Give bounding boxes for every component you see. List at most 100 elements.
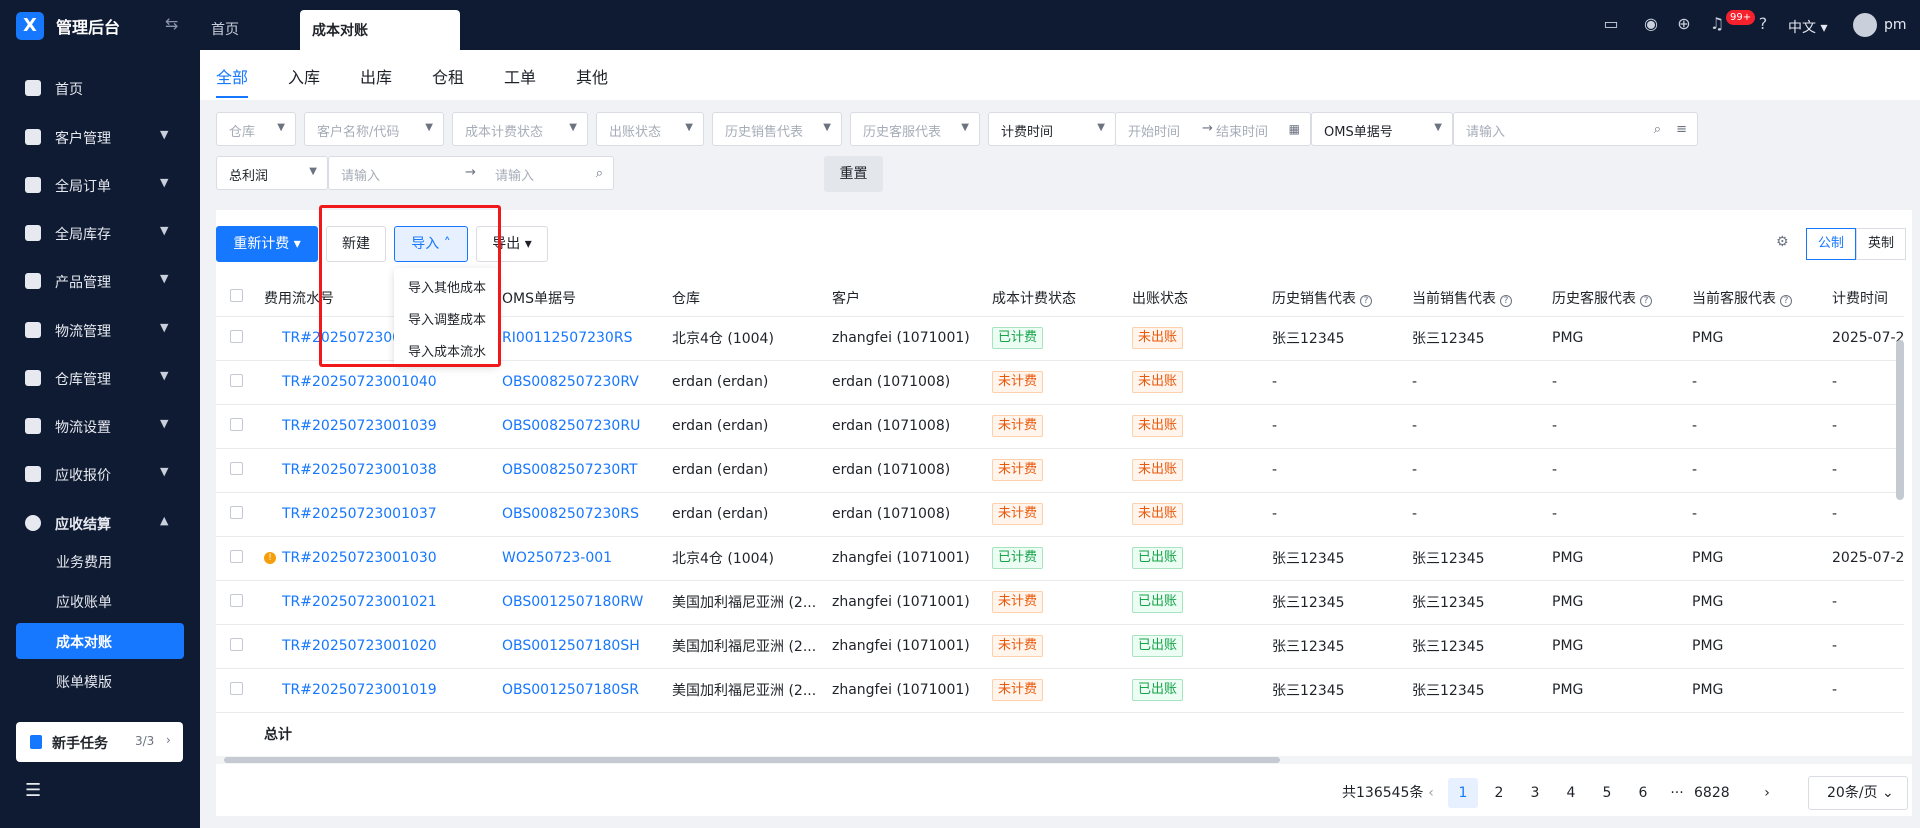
table-row[interactable]: TR#20250723001037 OBS0082507230RS erdan (e… xyxy=(216,492,1905,537)
sidebar-item-logistics[interactable]: 物流管理 ▼ xyxy=(0,310,200,350)
fee-no-link[interactable]: TR#20250723001030 xyxy=(282,550,437,566)
page-1[interactable]: 1 xyxy=(1448,778,1478,808)
next-page-icon[interactable]: › xyxy=(1752,778,1782,808)
oms-no-link[interactable]: OBS0082507230RS xyxy=(502,506,639,522)
vertical-scrollbar[interactable] xyxy=(1896,340,1904,500)
page-size-select[interactable]: 20条/页 ⌄ xyxy=(1808,776,1908,810)
sidebar-item-logistics-settings[interactable]: 物流设置 ▼ xyxy=(0,406,200,446)
column-settings-icon[interactable]: ⚙ xyxy=(1776,234,1789,250)
reset-button[interactable]: 重置 xyxy=(824,156,883,192)
sidebar-sub-business-fee[interactable]: 业务费用 xyxy=(0,543,200,579)
page-6[interactable]: 6 xyxy=(1628,778,1658,808)
recalculate-button[interactable]: 重新计费 ▾ xyxy=(216,226,318,262)
fee-no-link[interactable]: TR#20250723001020 xyxy=(282,638,437,654)
oms-no-link[interactable]: OBS0082507230RT xyxy=(502,462,638,478)
page-ellipsis[interactable]: ··· xyxy=(1662,778,1692,808)
fee-no-link[interactable]: TR#20250723001038 xyxy=(282,462,437,478)
tab-workorder[interactable]: 工单 xyxy=(504,64,536,88)
tab-all[interactable]: 全部 xyxy=(216,64,248,88)
help-icon[interactable]: ? xyxy=(1640,294,1652,307)
page-4[interactable]: 4 xyxy=(1556,778,1586,808)
metric-button[interactable]: 公制 xyxy=(1806,228,1856,260)
row-checkbox[interactable] xyxy=(230,417,243,431)
tab-cost-reconciliation[interactable]: 成本对账 xyxy=(300,10,460,50)
help-icon[interactable]: ? xyxy=(1752,13,1774,35)
hist-service-select[interactable]: 历史客服代表 ▼ xyxy=(850,112,980,146)
avatar[interactable] xyxy=(1853,13,1877,37)
help-icon[interactable]: ? xyxy=(1500,294,1512,307)
sidebar-item-orders[interactable]: 全局订单 ▼ xyxy=(0,165,200,205)
profit-range-input[interactable]: 请输入 → 请输入 ⌕ xyxy=(328,156,614,190)
oms-no-link[interactable]: OBS0082507230RU xyxy=(502,418,640,434)
menu-icon[interactable]: ☰ xyxy=(25,780,41,801)
cost-status-select[interactable]: 成本计费状态 ▼ xyxy=(452,112,588,146)
page-3[interactable]: 3 xyxy=(1520,778,1550,808)
oms-type-select[interactable]: OMS单据号 ▼ xyxy=(1311,112,1453,146)
table-row[interactable]: TR#20250723001039 OBS0082507230RU erdan (e… xyxy=(216,404,1905,449)
sidebar-item-home[interactable]: 首页 xyxy=(0,68,200,108)
oms-no-link[interactable]: OBS0012507180SH xyxy=(502,638,640,654)
menu-item-import-other-cost[interactable]: 导入其他成本 xyxy=(408,277,486,296)
table-row[interactable]: TR#20250723001040 OBS0082507230RV erdan (e… xyxy=(216,360,1905,405)
date-range-input[interactable]: 开始时间 → 结束时间 ▦ xyxy=(1115,112,1311,146)
row-checkbox[interactable] xyxy=(230,549,243,563)
row-checkbox[interactable] xyxy=(230,461,243,475)
page-last[interactable]: 6828 xyxy=(1694,778,1730,808)
oms-no-link[interactable]: OBS0012507180SR xyxy=(502,682,639,698)
sidebar-sub-bill-template[interactable]: 账单模版 xyxy=(0,663,200,699)
oms-no-link[interactable]: WO250723-001 xyxy=(502,550,612,566)
profit-type-select[interactable]: 总利润 ▼ xyxy=(216,156,328,190)
sidebar-sub-cost-reconciliation[interactable]: 成本对账 xyxy=(16,623,184,659)
collapse-sidebar-icon[interactable]: ⇆ xyxy=(165,14,178,33)
tab-outbound[interactable]: 出库 xyxy=(360,64,392,88)
export-button[interactable]: 导出 ▾ xyxy=(476,226,548,262)
time-type-select[interactable]: 计费时间 ▼ xyxy=(988,112,1116,146)
row-checkbox[interactable] xyxy=(230,637,243,651)
hist-sales-select[interactable]: 历史销售代表 ▼ xyxy=(712,112,842,146)
row-checkbox[interactable] xyxy=(230,593,243,607)
new-button[interactable]: 新建 xyxy=(326,226,386,262)
select-all-checkbox[interactable] xyxy=(230,289,243,303)
tab-rent[interactable]: 仓租 xyxy=(432,64,464,88)
oms-no-link[interactable]: OBS0012507180RW xyxy=(502,594,643,610)
fee-no-link[interactable]: TR#20250723001021 xyxy=(282,594,437,610)
out-status-select[interactable]: 出账状态 ▼ xyxy=(596,112,704,146)
message-icon[interactable]: ▭ xyxy=(1600,13,1622,35)
tab-other[interactable]: 其他 xyxy=(576,64,608,88)
scrollbar-thumb[interactable] xyxy=(224,757,1280,763)
help-icon[interactable]: ? xyxy=(1360,294,1372,307)
table-row[interactable]: ! TR#20250723001030 WO250723-001 北京4仓 (1004… xyxy=(216,536,1905,581)
menu-item-import-cost-flow[interactable]: 导入成本流水 xyxy=(408,341,486,360)
fee-no-link[interactable]: TR#20250723001039 xyxy=(282,418,437,434)
sidebar-item-settlement[interactable]: 应收结算 ▲ xyxy=(0,503,200,543)
page-2[interactable]: 2 xyxy=(1484,778,1514,808)
sidebar-sub-receivable-bill[interactable]: 应收账单 xyxy=(0,583,200,619)
robot-icon[interactable]: ◉ xyxy=(1640,13,1662,35)
help-icon[interactable]: ? xyxy=(1780,294,1792,307)
beginner-task-card[interactable]: 新手任务 3/3 › xyxy=(16,722,183,762)
table-row[interactable]: TR#20250723001021 OBS0012507180RW 美国加利福尼亚洲… xyxy=(216,580,1905,625)
customer-select[interactable]: 客户名称/代码 ▼ xyxy=(304,112,444,146)
row-checkbox[interactable] xyxy=(230,373,243,387)
import-button[interactable]: 导入 ˄ xyxy=(394,226,468,262)
horizontal-scrollbar[interactable] xyxy=(216,756,1912,764)
oms-no-link[interactable]: RI00112507230RS xyxy=(502,330,632,346)
sidebar-item-customers[interactable]: 客户管理 ▼ xyxy=(0,117,200,157)
imperial-button[interactable]: 英制 xyxy=(1856,228,1906,260)
user-name[interactable]: pm xyxy=(1884,17,1907,33)
row-checkbox[interactable] xyxy=(230,505,243,519)
tab-home[interactable]: 首页 xyxy=(211,19,239,39)
oms-no-link[interactable]: OBS0082507230RV xyxy=(502,374,639,390)
oms-search-input[interactable]: 请输入 ⌕ ≡ xyxy=(1453,112,1698,146)
table-row[interactable]: TR#20250723001038 OBS0082507230RT erdan (e… xyxy=(216,448,1905,493)
table-row[interactable]: TR#20250723001020 OBS0012507180SH 美国加利福尼亚洲… xyxy=(216,624,1905,669)
row-checkbox[interactable] xyxy=(230,681,243,695)
table-row[interactable]: TR#20250723001019 OBS0012507180SR 美国加利福尼亚洲… xyxy=(216,668,1905,713)
prev-page-icon[interactable]: ‹ xyxy=(1416,778,1446,808)
fee-no-link[interactable]: TR#20250723001037 xyxy=(282,506,437,522)
fee-no-link[interactable]: TR#20250723001019 xyxy=(282,682,437,698)
download-icon[interactable]: ⊕ xyxy=(1673,13,1695,35)
sidebar-item-inventory[interactable]: 全局库存 ▼ xyxy=(0,213,200,253)
tab-inbound[interactable]: 入库 xyxy=(288,64,320,88)
warehouse-select[interactable]: 仓库 ▼ xyxy=(216,112,296,146)
